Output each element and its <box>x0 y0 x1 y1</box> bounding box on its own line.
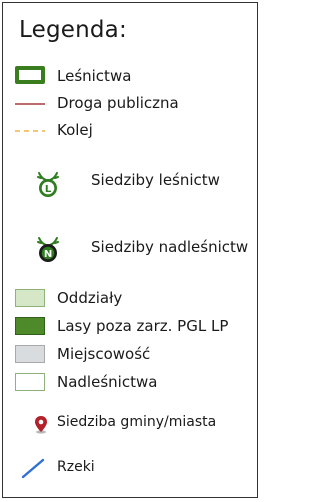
legend-label: Droga publiczna <box>57 94 179 112</box>
legend-label: Rzeki <box>57 459 95 475</box>
legend-label: Lasy poza zarz. PGL LP <box>57 317 229 335</box>
legend-item-lasy-poza-zarz: Lasy poza zarz. PGL LP <box>3 314 257 344</box>
location-pin-icon <box>35 416 47 434</box>
district-seat-icon: N <box>37 237 59 262</box>
legend-label: Miejscowość <box>57 345 151 363</box>
legend-label: Siedziby nadleśnictw <box>91 238 249 256</box>
legend-item-oddzialy: Oddziały <box>3 286 257 316</box>
legend-title: Legenda: <box>19 17 127 43</box>
river-line-swatch <box>21 458 45 479</box>
forest-range-outline-swatch <box>15 66 45 84</box>
public-road-line-swatch <box>15 103 45 105</box>
legend-item-droga-publiczna: Droga publiczna <box>3 90 257 120</box>
legend-item-siedziby-nadlesnictw: N Siedziby nadleśnictw <box>3 228 257 268</box>
svg-text:L: L <box>45 184 52 195</box>
railway-dashed-line-swatch <box>15 130 45 132</box>
legend-item-lesnictwa: Leśnictwa <box>3 63 257 93</box>
legend-label: Siedziba gminy/miasta <box>57 414 217 430</box>
legend-label: Leśnictwa <box>57 67 132 85</box>
legend-item-siedziby-lesnictw: L Siedziby leśnictw <box>3 163 257 203</box>
legend-label: Siedziby leśnictw <box>91 171 220 189</box>
forest-district-fill-swatch <box>15 373 45 391</box>
map-legend: Legenda: Leśnictwa Droga publiczna Kolej… <box>2 2 258 498</box>
legend-item-miejscowosc: Miejscowość <box>3 342 257 372</box>
legend-label: Kolej <box>57 121 93 139</box>
svg-text:N: N <box>44 249 52 260</box>
legend-item-nadlesnictwa: Nadleśnictwa <box>3 370 257 400</box>
forestry-seat-icon: L <box>37 172 59 197</box>
legend-label: Nadleśnictwa <box>57 373 158 391</box>
settlement-fill-swatch <box>15 345 45 363</box>
legend-label: Oddziały <box>57 289 123 307</box>
legend-item-siedziba-gminy: Siedziba gminy/miasta <box>3 408 257 438</box>
forest-outside-management-fill-swatch <box>15 317 45 335</box>
legend-item-rzeki: Rzeki <box>3 453 257 483</box>
legend-item-kolej: Kolej <box>3 117 257 147</box>
compartment-fill-swatch <box>15 289 45 307</box>
